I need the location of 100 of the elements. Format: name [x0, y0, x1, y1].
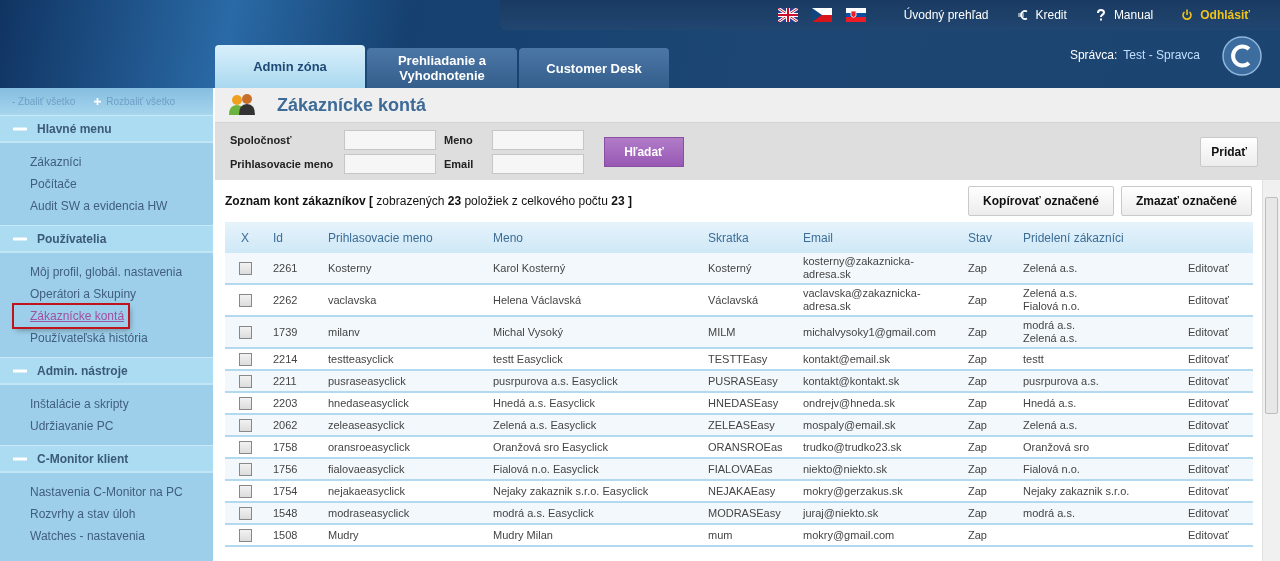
- plus-icon: [94, 98, 102, 105]
- edit-link[interactable]: Editovať: [1188, 440, 1229, 453]
- sidebar-item[interactable]: Watches - nastavenia: [30, 525, 145, 547]
- table-cell: kontakt@email.sk: [803, 352, 890, 365]
- row-checkbox[interactable]: [238, 396, 252, 410]
- table-cell: fialovaeasyclick: [328, 462, 405, 475]
- table-cell: Kosterný: [708, 261, 752, 274]
- top-link[interactable]: Úvodný prehľad: [903, 8, 989, 22]
- input-field[interactable]: [492, 153, 584, 174]
- column-header: Skratka: [708, 230, 749, 245]
- row-checkbox[interactable]: [238, 293, 252, 307]
- section-header[interactable]: Hlavné menu: [0, 115, 213, 143]
- table-cell: ondrejv@hneda.sk: [803, 396, 895, 409]
- table-cell: FIALOVAEas: [708, 462, 773, 475]
- add-button[interactable]: Pridať: [1200, 136, 1258, 167]
- table-cell: modrá a.s. Easyclick: [493, 506, 594, 519]
- table-cell: 1548: [273, 506, 298, 519]
- row-checkbox[interactable]: [238, 484, 252, 498]
- row-checkbox[interactable]: [238, 352, 252, 366]
- column-header: Id: [273, 230, 283, 245]
- sidebar-item[interactable]: Operátori a Skupiny: [30, 283, 137, 305]
- column-header: Meno: [493, 230, 524, 245]
- table-cell: Zap: [968, 352, 987, 365]
- uk-flag-icon[interactable]: [777, 8, 798, 22]
- table-cell: modraseasyclick: [328, 506, 410, 519]
- search-button[interactable]: Hľadať: [604, 136, 684, 167]
- table-cell: trudko@trudko23.sk: [803, 440, 902, 453]
- section-header[interactable]: Admin. nástroje: [0, 357, 213, 385]
- table-cell: michalvysoky1@gmail.com: [803, 325, 936, 338]
- admin-link[interactable]: Test - Spravca: [1123, 48, 1200, 62]
- table-cell: oransroeasyclick: [328, 440, 410, 453]
- sidebar-item[interactable]: Udržiavanie PC: [30, 415, 114, 437]
- table-cell-text: Oranžová sro: [1023, 440, 1091, 454]
- column-header: Email: [803, 230, 833, 245]
- table-cell: milanv: [328, 325, 360, 338]
- column-header: Stav: [968, 230, 992, 245]
- row-checkbox[interactable]: [238, 261, 252, 275]
- list-summary: Zoznam kont zákazníkov [ zobrazených 23 položiek z celkového počtu 23 ]: [225, 194, 632, 208]
- edit-link[interactable]: Editovať: [1188, 396, 1229, 409]
- row-checkbox[interactable]: [238, 374, 252, 388]
- nav-tab[interactable]: Prehliadanie a Vyhodnotenie: [367, 48, 517, 88]
- scrollbar-thumb[interactable]: [1265, 197, 1278, 414]
- top-link[interactable]: Odhlásiť: [1181, 8, 1250, 22]
- table-cell: 2203: [273, 396, 298, 409]
- table-cell: Nejaky zakaznik s.r.o. Easyclick: [493, 484, 649, 497]
- edit-link[interactable]: Editovať: [1188, 293, 1229, 306]
- table-cell: Oranžová sro Easyclick: [493, 440, 608, 453]
- table-cell: Zap: [968, 325, 987, 338]
- section-header[interactable]: Používatelia: [0, 225, 213, 253]
- table-cell-text: testt: [1023, 352, 1045, 366]
- table-cell: MILM: [708, 325, 736, 338]
- sidebar-item[interactable]: Nastavenia C-Monitor na PC: [30, 481, 183, 503]
- top-link[interactable]: Manual: [1094, 8, 1154, 22]
- delete-selected-button[interactable]: Zmazať označené: [1120, 186, 1252, 216]
- scrollbar[interactable]: [1262, 180, 1280, 561]
- sidebar-item[interactable]: Audit SW a evidencia HW: [30, 195, 168, 217]
- table-cell: Hnedá a.s. Easyclick: [493, 396, 596, 409]
- table-cell-text: modrá a.s.: [1023, 506, 1076, 520]
- nav-tab[interactable]: Customer Desk: [519, 48, 669, 88]
- table-cell: 1739: [273, 325, 298, 338]
- edit-link[interactable]: Editovať: [1188, 352, 1229, 365]
- input-field[interactable]: [344, 153, 436, 174]
- edit-link[interactable]: Editovať: [1188, 528, 1229, 541]
- section-header[interactable]: C-Monitor klient: [0, 445, 213, 473]
- table-cell: Helena Václavská: [493, 293, 582, 306]
- table-cell: Zap: [968, 396, 987, 409]
- table-cell: 2261: [273, 261, 298, 274]
- row-checkbox[interactable]: [238, 506, 252, 520]
- top-link[interactable]: Kredit: [1016, 8, 1067, 22]
- table-cell: Michal Vysoký: [493, 325, 563, 338]
- sidebar-item[interactable]: Rozvrhy a stav úloh: [30, 503, 136, 525]
- row-checkbox[interactable]: [238, 528, 252, 542]
- row-checkbox[interactable]: [238, 440, 252, 454]
- row-checkbox[interactable]: [238, 418, 252, 432]
- table-cell: 2214: [273, 352, 298, 365]
- table-cell: Zap: [968, 528, 987, 541]
- edit-link[interactable]: Editovať: [1188, 484, 1229, 497]
- slovak-flag-icon[interactable]: [845, 8, 866, 22]
- row-checkbox[interactable]: [238, 462, 252, 476]
- column-header: Prihlasovacie meno: [328, 230, 433, 245]
- table-cell-text: Fialová n.o.: [1023, 300, 1081, 313]
- sidebar-item[interactable]: Používateľská história: [30, 327, 148, 349]
- sidebar-item[interactable]: Môj profil, globál. nastavenia: [30, 261, 183, 283]
- section-title: C-Monitor klient: [37, 451, 129, 466]
- table-cell-text: Zelená a.s.: [1023, 418, 1079, 432]
- table-cell: testt Easyclick: [493, 352, 563, 365]
- czech-flag-icon[interactable]: [811, 8, 832, 22]
- sidebar-item[interactable]: Zákazníci: [30, 151, 82, 173]
- table-cell: Zap: [968, 506, 987, 519]
- column-header: X: [241, 230, 249, 245]
- row-checkbox[interactable]: [238, 325, 252, 339]
- section-title: Admin. nástroje: [37, 363, 128, 378]
- input-field[interactable]: [344, 129, 436, 150]
- copy-selected-button[interactable]: Kopírovať označené: [968, 186, 1114, 216]
- sidebar-item[interactable]: Počítače: [30, 173, 77, 195]
- table-cell: vaclavska: [328, 293, 377, 306]
- table-cell: 2262: [273, 293, 298, 306]
- input-field[interactable]: [492, 129, 584, 150]
- nav-tab[interactable]: Admin zóna: [215, 45, 365, 88]
- sidebar-item[interactable]: Inštalácie a skripty: [30, 393, 129, 415]
